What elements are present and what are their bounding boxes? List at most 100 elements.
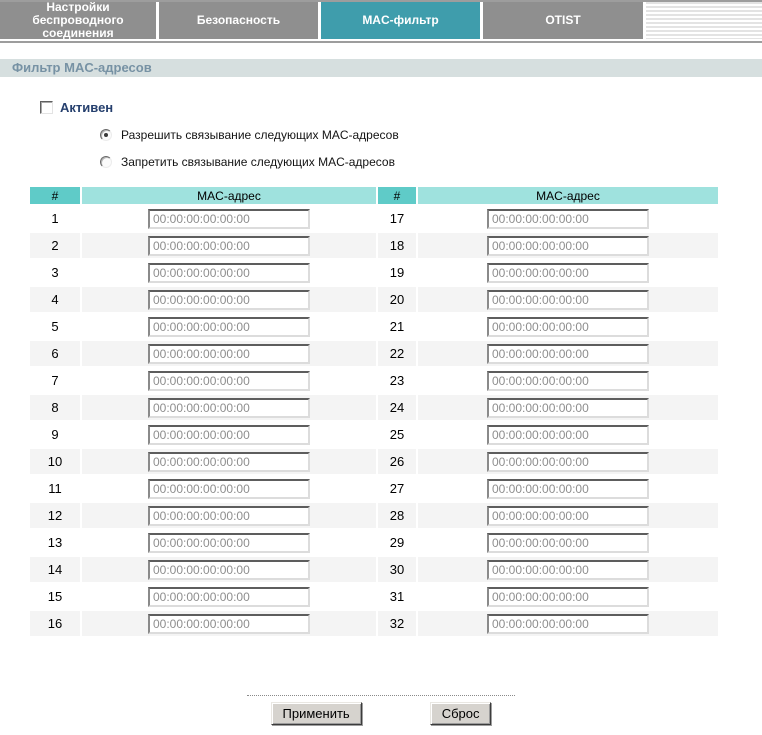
mac-input-right[interactable] bbox=[487, 262, 649, 283]
table-header-row: # MAC-адрес # MAC-адрес bbox=[30, 187, 718, 204]
mac-input-left[interactable] bbox=[148, 613, 310, 634]
mac-input-left[interactable] bbox=[148, 505, 310, 526]
table-row: 9 25 bbox=[30, 422, 718, 447]
filter-controls: Активен Разрешить связывание следующих M… bbox=[40, 100, 762, 169]
mac-input-left[interactable] bbox=[148, 424, 310, 445]
tab-security-label: Безопасность bbox=[196, 13, 281, 27]
mac-input-left[interactable] bbox=[148, 262, 310, 283]
tab-wireless-settings[interactable]: Настройки беспроводного соединения bbox=[0, 1, 156, 40]
mac-input-left[interactable] bbox=[148, 532, 310, 553]
mac-input-right[interactable] bbox=[487, 424, 649, 445]
mac-input-right[interactable] bbox=[487, 478, 649, 499]
row-number-left: 14 bbox=[30, 557, 80, 582]
row-number-right: 24 bbox=[378, 395, 416, 420]
table-row: 1 17 bbox=[30, 206, 718, 231]
reset-button[interactable]: Сброс bbox=[429, 702, 492, 725]
table-row: 7 23 bbox=[30, 368, 718, 393]
mac-address-table: # MAC-адрес # MAC-адрес 1 17 2 18 3 19 4… bbox=[28, 185, 720, 638]
tab-security[interactable]: Безопасность bbox=[159, 2, 318, 39]
apply-button[interactable]: Применить bbox=[270, 702, 362, 725]
mac-input-left[interactable] bbox=[148, 586, 310, 607]
mac-input-left[interactable] bbox=[148, 235, 310, 256]
row-number-right: 17 bbox=[378, 206, 416, 231]
row-number-left: 9 bbox=[30, 422, 80, 447]
mac-input-right[interactable] bbox=[487, 505, 649, 526]
row-number-left: 2 bbox=[30, 233, 80, 258]
mac-input-right[interactable] bbox=[487, 289, 649, 310]
col-header-mac-left: MAC-адрес bbox=[82, 187, 376, 204]
allow-radio-label: Разрешить связывание следующих MAC-адрес… bbox=[121, 128, 399, 142]
row-number-right: 30 bbox=[378, 557, 416, 582]
mac-input-left[interactable] bbox=[148, 208, 310, 229]
mac-input-left[interactable] bbox=[148, 343, 310, 364]
table-row: 3 19 bbox=[30, 260, 718, 285]
table-row: 10 26 bbox=[30, 449, 718, 474]
tab-mac-filter-label: MAC-фильтр bbox=[362, 13, 439, 27]
mac-input-left[interactable] bbox=[148, 559, 310, 580]
deny-radio[interactable] bbox=[100, 156, 112, 168]
row-number-left: 1 bbox=[30, 206, 80, 231]
mac-input-left[interactable] bbox=[148, 316, 310, 337]
deny-radio-label: Запретить связывание следующих MAC-адрес… bbox=[121, 155, 395, 169]
col-header-num-left: # bbox=[30, 187, 80, 204]
allow-radio[interactable] bbox=[100, 129, 112, 141]
row-number-left: 3 bbox=[30, 260, 80, 285]
table-row: 15 31 bbox=[30, 584, 718, 609]
row-number-right: 28 bbox=[378, 503, 416, 528]
row-number-left: 11 bbox=[30, 476, 80, 501]
mac-input-right[interactable] bbox=[487, 451, 649, 472]
row-number-left: 6 bbox=[30, 341, 80, 366]
row-number-right: 29 bbox=[378, 530, 416, 555]
row-number-left: 13 bbox=[30, 530, 80, 555]
mac-input-right[interactable] bbox=[487, 208, 649, 229]
mac-input-right[interactable] bbox=[487, 532, 649, 553]
table-row: 5 21 bbox=[30, 314, 718, 339]
tab-bar: Настройки беспроводного соединения Безоп… bbox=[0, 0, 762, 43]
row-number-left: 5 bbox=[30, 314, 80, 339]
footer: Применить Сброс bbox=[0, 695, 762, 725]
row-number-right: 22 bbox=[378, 341, 416, 366]
table-row: 13 29 bbox=[30, 530, 718, 555]
row-number-right: 21 bbox=[378, 314, 416, 339]
tab-otist-label: OTIST bbox=[545, 13, 581, 27]
row-number-left: 16 bbox=[30, 611, 80, 636]
mac-input-right[interactable] bbox=[487, 559, 649, 580]
tab-filler-stripes bbox=[646, 2, 762, 39]
mac-input-left[interactable] bbox=[148, 370, 310, 391]
table-row: 4 20 bbox=[30, 287, 718, 312]
mac-input-right[interactable] bbox=[487, 235, 649, 256]
table-row: 12 28 bbox=[30, 503, 718, 528]
table-row: 8 24 bbox=[30, 395, 718, 420]
row-number-left: 4 bbox=[30, 287, 80, 312]
table-row: 11 27 bbox=[30, 476, 718, 501]
col-header-mac-right: MAC-адрес bbox=[418, 187, 718, 204]
allow-radio-row: Разрешить связывание следующих MAC-адрес… bbox=[100, 128, 762, 142]
mac-input-left[interactable] bbox=[148, 478, 310, 499]
tab-otist[interactable]: OTIST bbox=[483, 2, 643, 39]
deny-radio-row: Запретить связывание следующих MAC-адрес… bbox=[100, 155, 762, 169]
mac-input-left[interactable] bbox=[148, 397, 310, 418]
table-row: 16 32 bbox=[30, 611, 718, 636]
mac-input-right[interactable] bbox=[487, 586, 649, 607]
tab-mac-filter[interactable]: MAC-фильтр bbox=[321, 2, 480, 39]
mac-input-right[interactable] bbox=[487, 343, 649, 364]
row-number-right: 25 bbox=[378, 422, 416, 447]
mac-input-right[interactable] bbox=[487, 397, 649, 418]
row-number-right: 23 bbox=[378, 368, 416, 393]
mac-input-right[interactable] bbox=[487, 370, 649, 391]
row-number-right: 18 bbox=[378, 233, 416, 258]
mac-input-left[interactable] bbox=[148, 289, 310, 310]
table-row: 14 30 bbox=[30, 557, 718, 582]
row-number-left: 12 bbox=[30, 503, 80, 528]
active-checkbox-label: Активен bbox=[60, 100, 114, 115]
row-number-left: 10 bbox=[30, 449, 80, 474]
active-checkbox[interactable] bbox=[40, 101, 53, 114]
row-number-left: 7 bbox=[30, 368, 80, 393]
row-number-right: 31 bbox=[378, 584, 416, 609]
row-number-right: 32 bbox=[378, 611, 416, 636]
mac-input-left[interactable] bbox=[148, 451, 310, 472]
tab-bar-divider bbox=[0, 41, 762, 43]
table-row: 2 18 bbox=[30, 233, 718, 258]
mac-input-right[interactable] bbox=[487, 613, 649, 634]
mac-input-right[interactable] bbox=[487, 316, 649, 337]
